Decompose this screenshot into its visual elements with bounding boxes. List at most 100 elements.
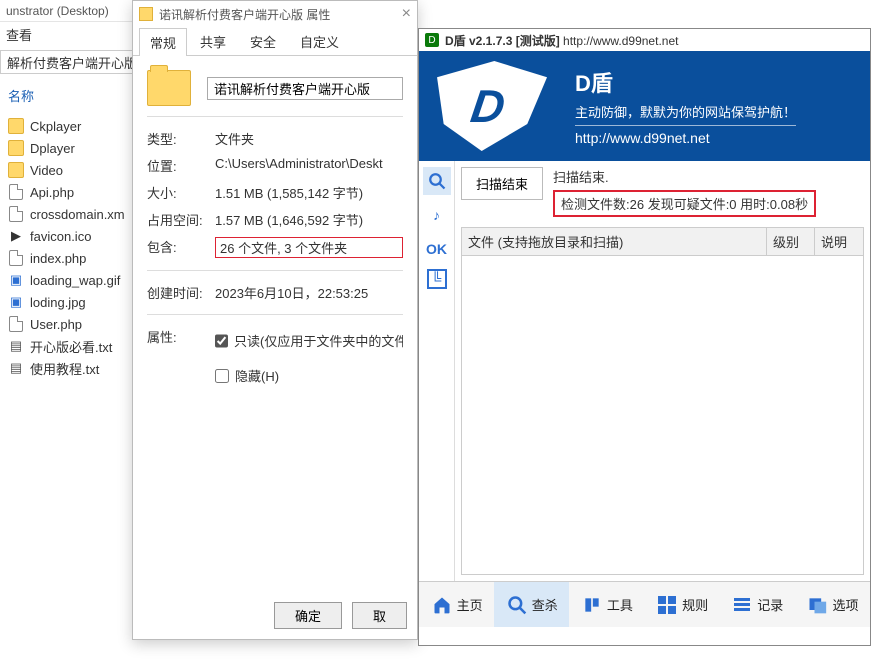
image-icon: ▣ bbox=[8, 272, 24, 288]
rules-icon bbox=[656, 594, 678, 616]
file-item-label: favicon.ico bbox=[30, 229, 91, 244]
nav-log-label: 记录 bbox=[757, 595, 783, 614]
explorer-title-text: unstrator (Desktop) bbox=[6, 4, 109, 18]
nav-rules-label: 规则 bbox=[682, 595, 708, 614]
options-icon bbox=[806, 594, 828, 616]
folder-large-icon bbox=[147, 70, 191, 106]
folder-icon bbox=[8, 140, 24, 156]
nav-rules[interactable]: 规则 bbox=[645, 582, 720, 627]
d99-banner-logo: D bbox=[433, 61, 563, 151]
nav-home[interactable]: 主页 bbox=[419, 582, 494, 627]
nav-home-label: 主页 bbox=[457, 595, 483, 614]
d99-banner-subtitle: 主动防御，默默为你的网站保驾护航！ bbox=[575, 102, 796, 121]
home-icon bbox=[431, 594, 453, 616]
d99-content: 扫描结束 扫描结束. 检测文件数:26 发现可疑文件:0 用时:0.08秒 文件… bbox=[455, 161, 870, 581]
nav-tools[interactable]: 工具 bbox=[569, 582, 644, 627]
nav-scan-label: 查杀 bbox=[532, 595, 558, 614]
nav-options-label: 选项 bbox=[832, 595, 858, 614]
nav-options[interactable]: 选项 bbox=[795, 582, 870, 627]
file-item-label: crossdomain.xm bbox=[30, 207, 125, 222]
text-icon: ▤ bbox=[8, 338, 24, 354]
value-contains: 26 个文件, 3 个文件夹 bbox=[215, 237, 403, 258]
cancel-button[interactable]: 取 bbox=[352, 602, 407, 629]
tab-security[interactable]: 安全 bbox=[239, 27, 287, 55]
file-icon bbox=[8, 206, 24, 222]
checkbox-readonly[interactable]: 只读(仅应用于文件夹中的文件 bbox=[215, 327, 403, 354]
breadcrumb-text: 解析付费客户端开心版 bbox=[7, 53, 137, 72]
properties-footer: 确定 取 bbox=[274, 602, 407, 629]
properties-body: 类型: 文件夹 位置: C:\Users\Administrator\Deskt 大… bbox=[133, 56, 417, 407]
d99-window: D D盾 v2.1.7.3 [测试版] http://www.d99net.ne… bbox=[418, 28, 871, 646]
tab-custom[interactable]: 自定义 bbox=[289, 27, 350, 55]
side-ok-icon[interactable]: OK bbox=[423, 235, 451, 263]
file-icon bbox=[8, 184, 24, 200]
folder-icon bbox=[8, 162, 24, 178]
properties-tabs: 常规 共享 安全 自定义 bbox=[133, 27, 417, 56]
d99-banner: D D盾 主动防御，默默为你的网站保驾护航！ http://www.d99net… bbox=[419, 51, 870, 161]
file-item-label: 开心版必看.txt bbox=[30, 337, 112, 356]
scan-result-box: 检测文件数:26 发现可疑文件:0 用时:0.08秒 bbox=[553, 190, 816, 217]
separator bbox=[147, 116, 403, 117]
tab-general[interactable]: 常规 bbox=[139, 28, 187, 56]
nav-scan[interactable]: 查杀 bbox=[494, 582, 569, 627]
label-size: 大小: bbox=[147, 183, 209, 202]
image-icon: ▣ bbox=[8, 294, 24, 310]
text-icon: ▤ bbox=[8, 360, 24, 376]
d99-sidebar: ♪ OK ╚ bbox=[419, 161, 455, 581]
col-level[interactable]: 级别 bbox=[767, 228, 815, 255]
checkbox-hidden-label: 隐藏(H) bbox=[235, 366, 279, 385]
ok-button[interactable]: 确定 bbox=[274, 602, 342, 629]
properties-title-text: 诺讯解析付费客户端开心版 属性 bbox=[159, 6, 330, 23]
file-item-label: 使用教程.txt bbox=[30, 359, 99, 378]
checkbox-readonly-label: 只读(仅应用于文件夹中的文件 bbox=[234, 331, 403, 350]
value-location: C:\Users\Administrator\Deskt bbox=[215, 156, 403, 175]
file-icon bbox=[8, 316, 24, 332]
folder-icon bbox=[8, 118, 24, 134]
col-file[interactable]: 文件 (支持拖放目录和扫描) bbox=[462, 228, 767, 255]
d99-banner-url: http://www.d99net.net bbox=[575, 125, 796, 146]
scan-status-label: 扫描结束. bbox=[553, 167, 864, 186]
menu-view[interactable]: 查看 bbox=[6, 25, 32, 44]
side-search-icon[interactable] bbox=[423, 167, 451, 195]
separator bbox=[147, 270, 403, 271]
folder-name-input[interactable] bbox=[207, 77, 403, 100]
d99-banner-title: D盾 bbox=[575, 66, 796, 98]
nav-tools-label: 工具 bbox=[607, 595, 633, 614]
separator bbox=[147, 314, 403, 315]
label-type: 类型: bbox=[147, 129, 209, 148]
side-sound-icon[interactable]: ♪ bbox=[423, 201, 451, 229]
folder-icon bbox=[139, 7, 153, 21]
file-item-label: index.php bbox=[30, 251, 86, 266]
search-icon bbox=[506, 594, 528, 616]
file-item-label: loading_wap.gif bbox=[30, 273, 120, 288]
checkbox-hidden[interactable]: 隐藏(H) bbox=[215, 362, 279, 389]
file-item-label: User.php bbox=[30, 317, 82, 332]
value-type: 文件夹 bbox=[215, 129, 403, 148]
label-created: 创建时间: bbox=[147, 283, 209, 302]
label-location: 位置: bbox=[147, 156, 209, 175]
close-icon[interactable]: × bbox=[402, 5, 411, 23]
d99-title-text: D盾 v2.1.7.3 [测试版] http://www.d99net.net bbox=[445, 32, 678, 49]
file-item-label: Api.php bbox=[30, 185, 74, 200]
result-grid-body[interactable] bbox=[461, 256, 864, 575]
play-icon: ▶ bbox=[8, 228, 24, 244]
label-size-on-disk: 占用空间: bbox=[147, 210, 209, 229]
label-attributes: 属性: bbox=[147, 327, 209, 354]
col-desc[interactable]: 说明 bbox=[815, 228, 863, 255]
file-item-label: loding.jpg bbox=[30, 295, 86, 310]
scan-end-button[interactable]: 扫描结束 bbox=[461, 167, 543, 200]
value-size: 1.51 MB (1,585,142 字节) bbox=[215, 183, 403, 202]
properties-dialog: 诺讯解析付费客户端开心版 属性 × 常规 共享 安全 自定义 类型: 文件夹 位置… bbox=[132, 0, 418, 640]
d99-titlebar: D D盾 v2.1.7.3 [测试版] http://www.d99net.ne… bbox=[419, 29, 870, 51]
value-size-on-disk: 1.57 MB (1,646,592 字节) bbox=[215, 210, 403, 229]
tab-sharing[interactable]: 共享 bbox=[189, 27, 237, 55]
side-square-icon[interactable]: ╚ bbox=[427, 269, 447, 289]
nav-log[interactable]: 记录 bbox=[720, 582, 795, 627]
d99-main-area: ♪ OK ╚ 扫描结束 扫描结束. 检测文件数:26 发现可疑文件:0 用时:0… bbox=[419, 161, 870, 581]
label-contains: 包含: bbox=[147, 237, 209, 258]
file-item-label: Dplayer bbox=[30, 141, 75, 156]
tools-icon bbox=[581, 594, 603, 616]
result-grid-header: 文件 (支持拖放目录和扫描) 级别 说明 bbox=[461, 227, 864, 256]
properties-titlebar: 诺讯解析付费客户端开心版 属性 × bbox=[133, 1, 417, 27]
d99-logo-icon: D bbox=[425, 33, 439, 47]
